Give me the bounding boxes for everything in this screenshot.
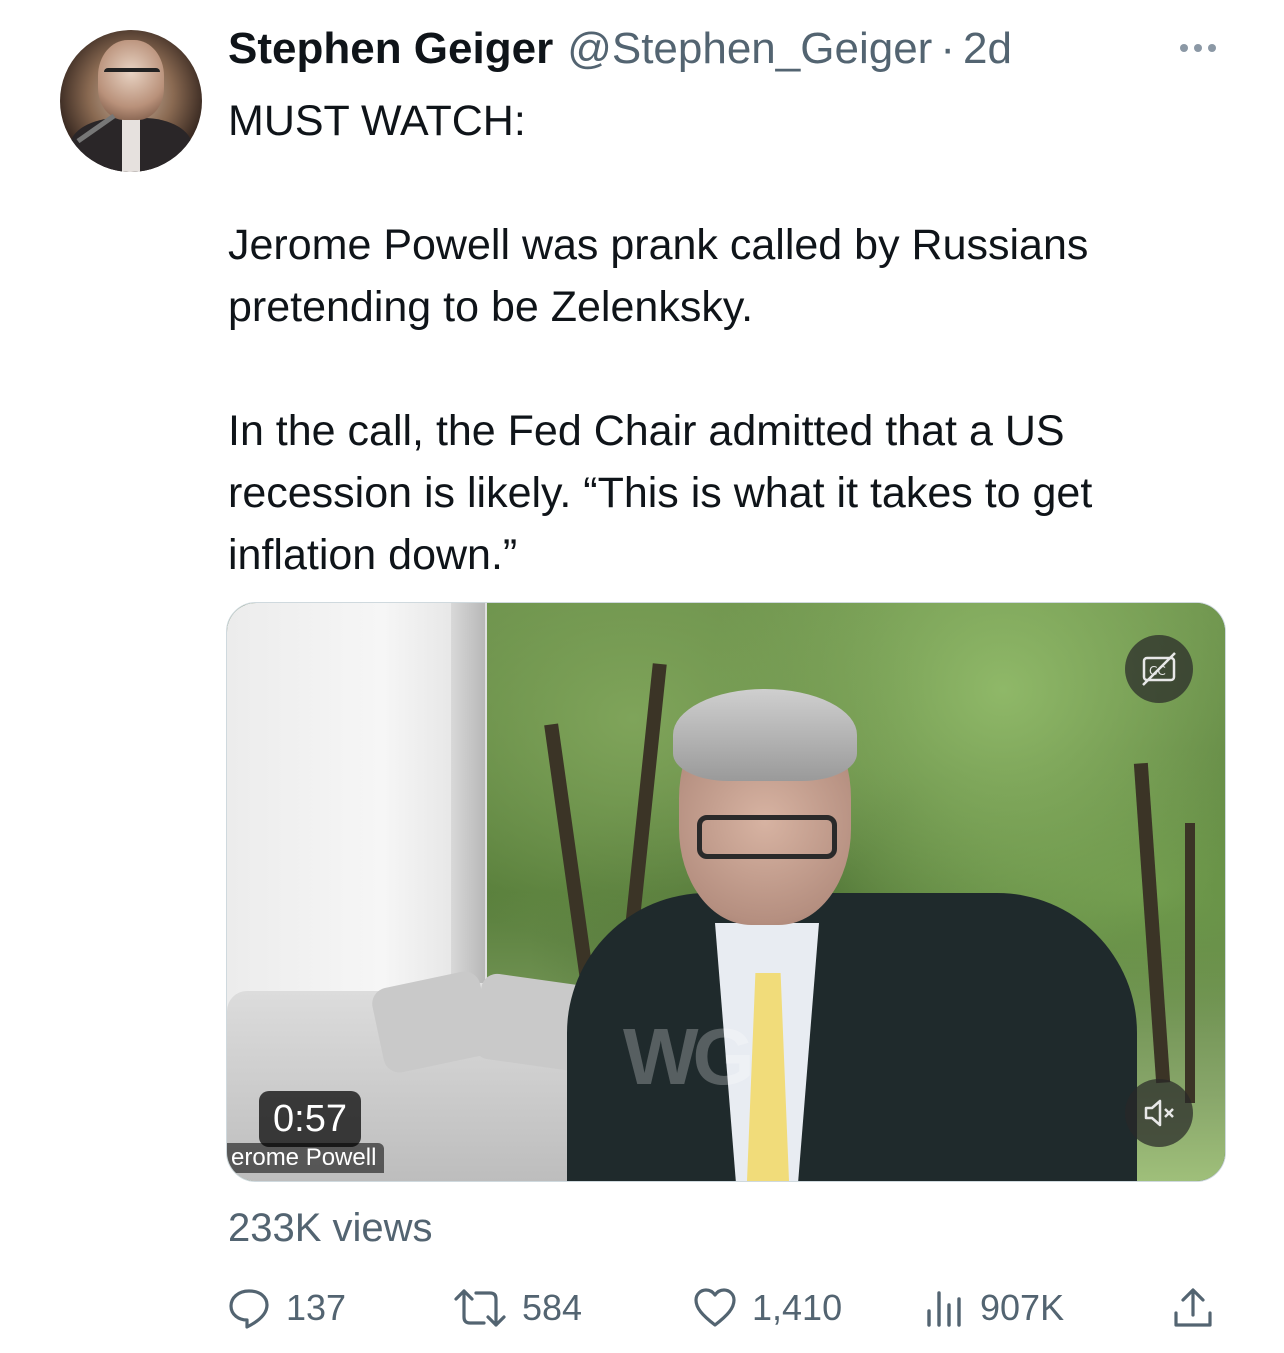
closed-captions-button[interactable]: CC	[1125, 635, 1193, 703]
tweet-text-paragraph-2: Jerome Powell was prank called by Russia…	[228, 221, 1089, 331]
analytics-bar-chart-icon	[927, 1291, 961, 1327]
window-frame	[451, 603, 485, 983]
share-button[interactable]	[1170, 1282, 1216, 1334]
header-separator: ·	[940, 24, 955, 73]
tweet-timestamp[interactable]: 2d	[963, 24, 1012, 74]
video-player[interactable]: WG 0:57 erome Powell CC	[226, 602, 1226, 1182]
more-dot-icon	[1180, 44, 1188, 52]
more-dot-icon	[1194, 44, 1202, 52]
video-watermark: WG	[623, 1012, 755, 1101]
tweet-text: MUST WATCH: Jerome Powell was prank call…	[228, 90, 1238, 586]
author-handle[interactable]: @Stephen_Geiger	[567, 24, 932, 74]
tweet-text-line-1: MUST WATCH:	[228, 97, 526, 145]
reply-count: 137	[286, 1287, 347, 1328]
view-count: 233K views	[228, 1206, 433, 1250]
heart-icon	[694, 1288, 736, 1327]
avatar-shirt	[122, 118, 140, 172]
mute-toggle-button[interactable]	[1125, 1079, 1193, 1147]
tweet-header: Stephen Geiger @Stephen_Geiger · 2d	[228, 24, 1012, 80]
muted-speaker-icon	[1144, 1099, 1174, 1127]
tweet-text-paragraph-3: In the call, the Fed Chair admitted that…	[228, 407, 1093, 579]
author-name[interactable]: Stephen Geiger	[228, 24, 553, 74]
reply-icon	[229, 1289, 269, 1329]
tweet-actions-bar: 137 584 1,410 907K	[226, 1282, 1226, 1334]
repost-button[interactable]: 584	[452, 1282, 582, 1334]
analytics-count: 907K	[980, 1287, 1065, 1328]
speaker-glasses	[697, 815, 837, 859]
like-count: 1,410	[752, 1287, 843, 1328]
reply-button[interactable]: 137	[226, 1282, 346, 1334]
like-button[interactable]: 1,410	[692, 1282, 842, 1334]
avatar-glasses	[104, 68, 160, 86]
speaker-hair	[673, 689, 857, 781]
author-avatar[interactable]	[60, 30, 202, 172]
analytics-button[interactable]: 907K	[924, 1282, 1064, 1334]
more-dot-icon	[1208, 44, 1216, 52]
more-options-button[interactable]	[1172, 30, 1224, 66]
video-caption-label: erome Powell	[227, 1143, 385, 1173]
repost-count: 584	[522, 1287, 583, 1328]
share-upload-icon	[1174, 1288, 1212, 1327]
closed-captions-icon: CC	[1142, 652, 1176, 686]
video-duration-badge: 0:57	[259, 1091, 361, 1147]
repost-icon	[454, 1289, 506, 1327]
